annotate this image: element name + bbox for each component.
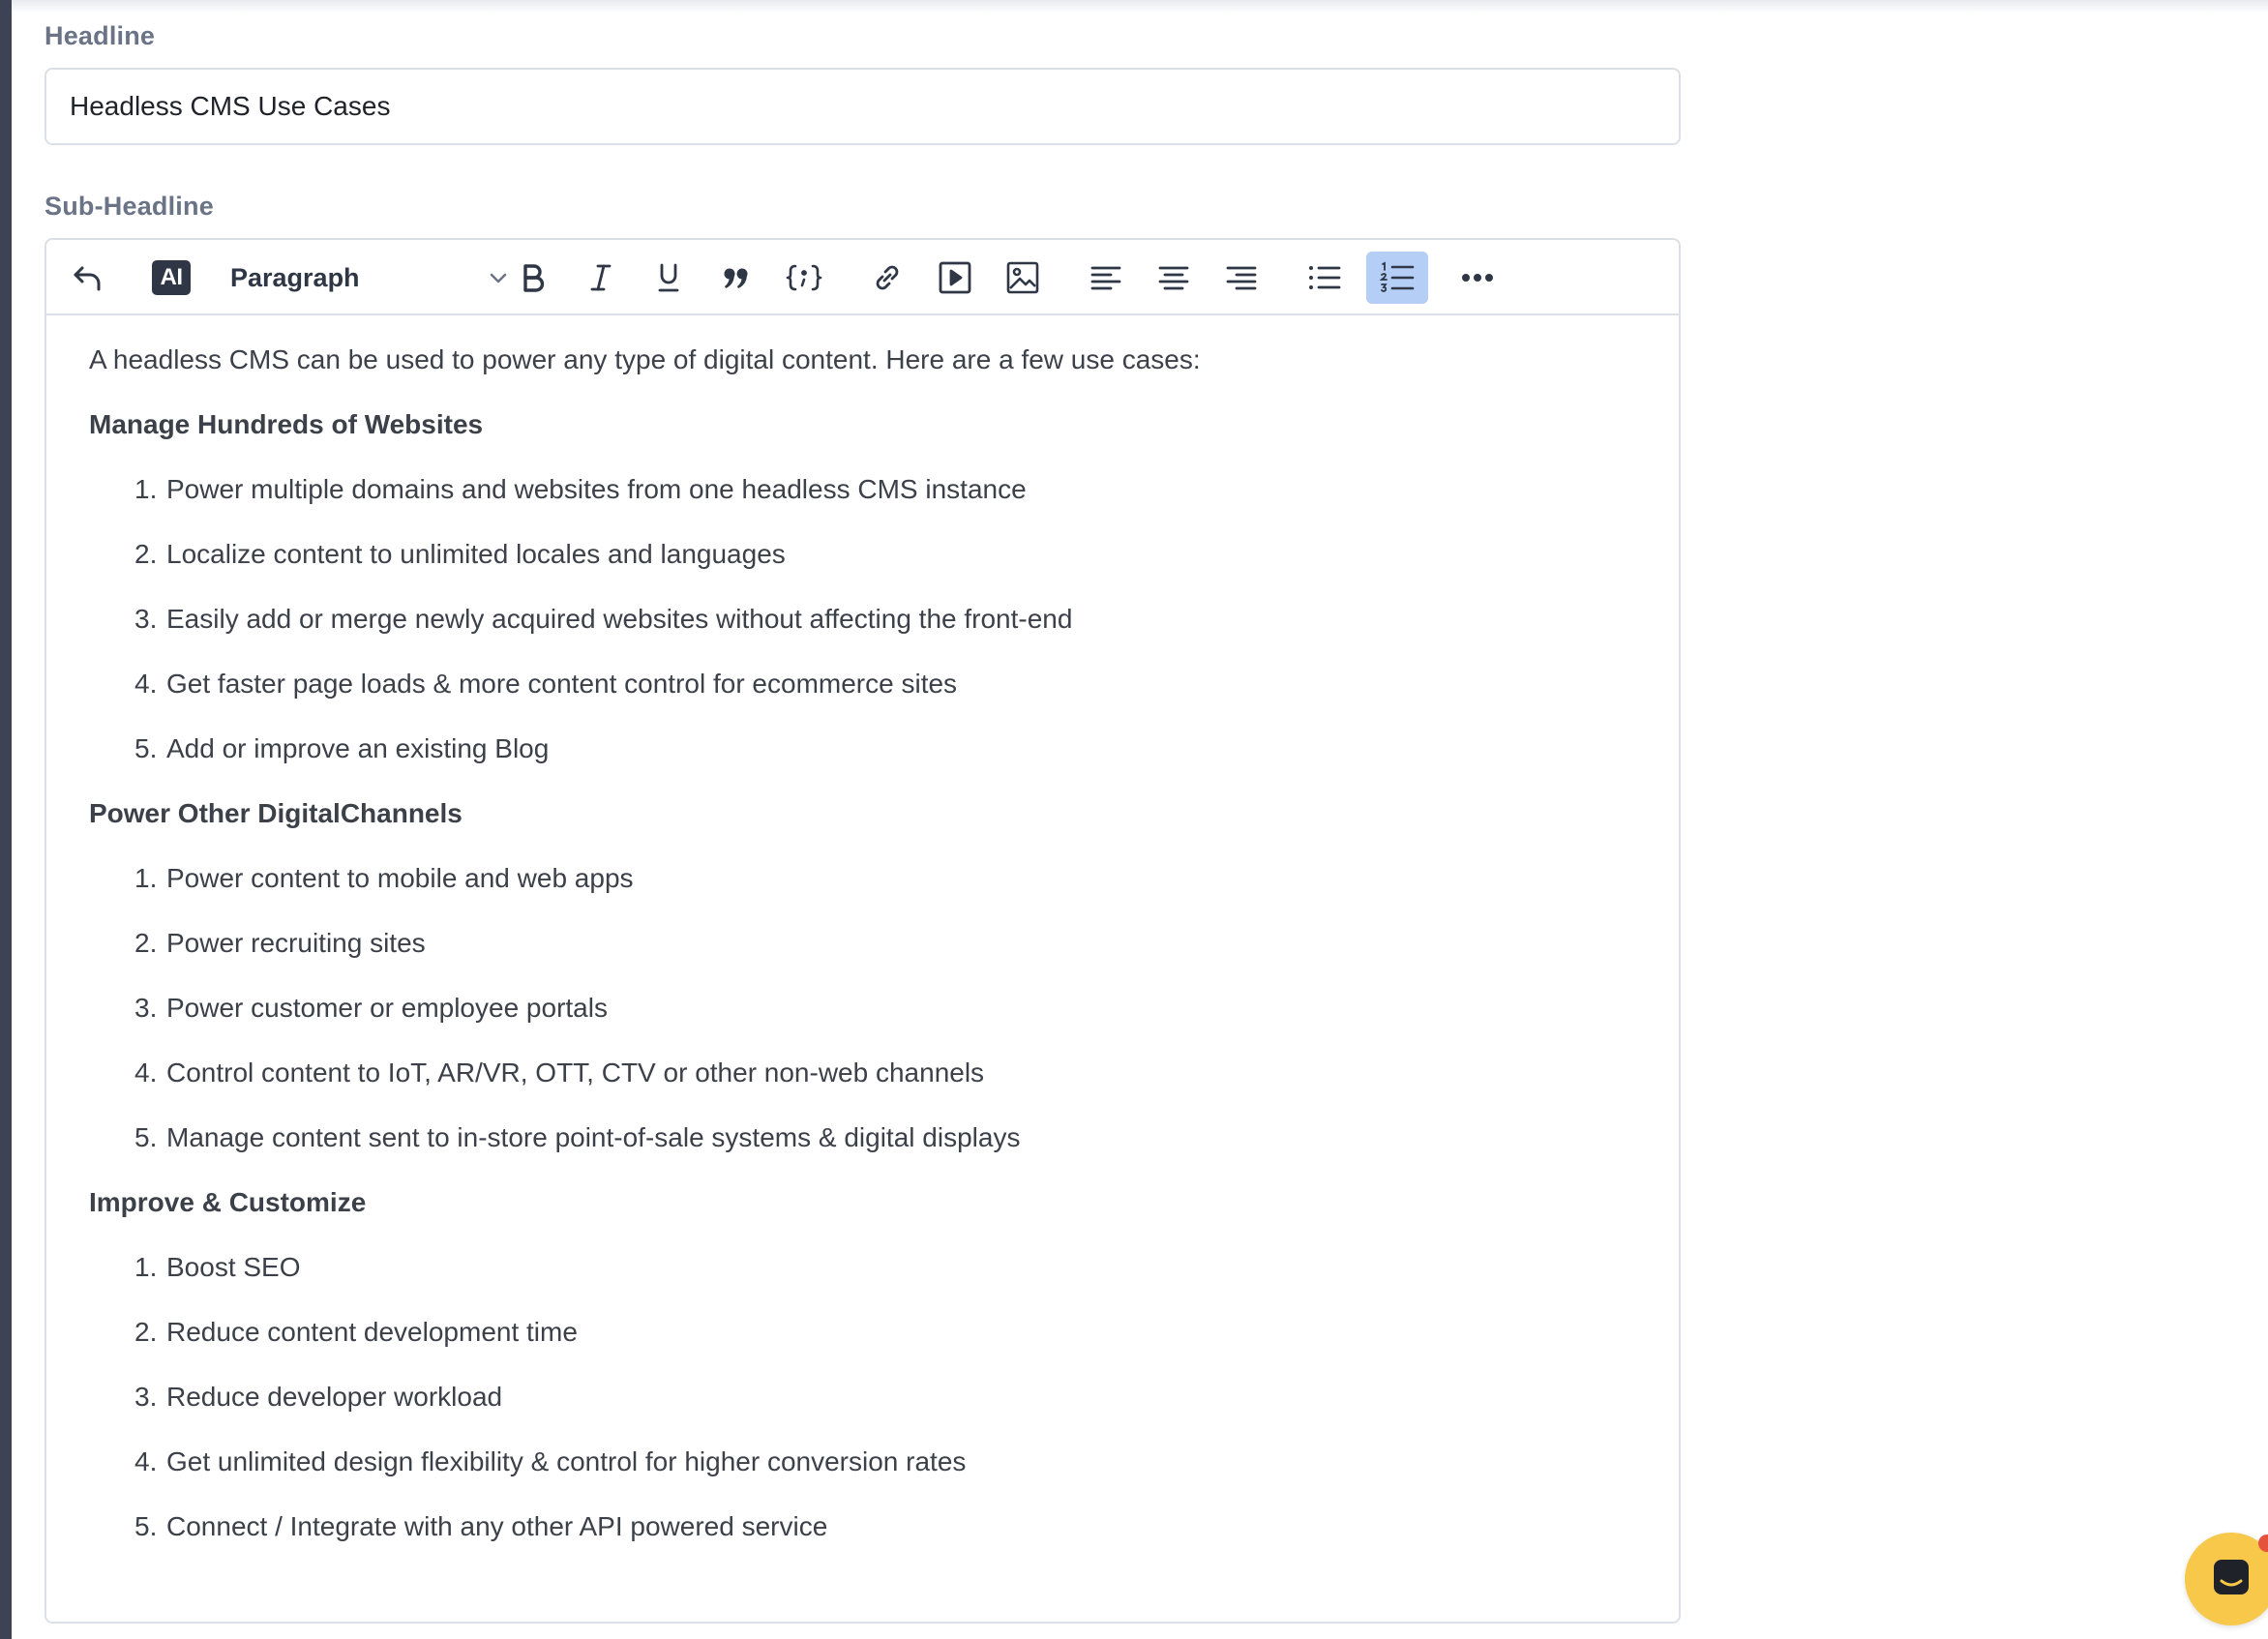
align-center-icon [1157, 263, 1190, 292]
list-item: 2. Reduce content development time [134, 1313, 1637, 1378]
italic-button[interactable] [575, 252, 627, 304]
link-button[interactable] [861, 252, 913, 304]
list-item: 5. Manage content sent to in-store point-… [134, 1118, 1637, 1183]
section-heading: Power Other DigitalChannels [89, 798, 463, 828]
list-item: 4. Get unlimited design flexibility & con… [134, 1443, 1637, 1507]
list-item-text: Power recruiting sites [166, 928, 426, 958]
numbered-list: 1. Power content to mobile and web apps 2.… [89, 859, 1637, 1183]
bullet-list-icon [1307, 263, 1342, 292]
list-item-text: Power multiple domains and websites from… [166, 474, 1027, 504]
align-right-button[interactable] [1215, 252, 1268, 304]
list-item-text: Power customer or employee portals [166, 993, 608, 1023]
list-item-text: Get unlimited design flexibility & contr… [166, 1446, 967, 1476]
quote-icon [721, 263, 752, 292]
link-icon [870, 260, 905, 295]
list-item-number: 1. [134, 474, 158, 504]
list-item-text: Connect / Integrate with any other API p… [166, 1511, 828, 1541]
list-item-text: Boost SEO [166, 1252, 301, 1282]
intro-paragraph: A headless CMS can be used to power any … [89, 344, 1201, 374]
subheadline-label: Sub-Headline [45, 192, 214, 221]
list-item-number: 1. [134, 1252, 158, 1282]
media-button[interactable] [929, 252, 981, 304]
list-item-number: 2. [134, 1317, 158, 1347]
underline-button[interactable] [642, 252, 695, 304]
list-item-number: 4. [134, 669, 158, 699]
align-left-button[interactable] [1080, 252, 1132, 304]
ai-icon: AI [152, 260, 191, 295]
list-item: 3. Easily add or merge newly acquired web… [134, 600, 1637, 665]
bold-icon [519, 262, 548, 293]
align-right-icon [1225, 263, 1258, 292]
list-item-text: Control content to IoT, AR/VR, OTT, CTV … [166, 1058, 985, 1088]
list-item-text: Reduce developer workload [166, 1382, 503, 1412]
block-format-dropdown[interactable]: Paragraph [230, 252, 511, 304]
list-item-text: Manage content sent to in-store point-of… [166, 1122, 1021, 1152]
list-item: 2. Power recruiting sites [134, 924, 1637, 989]
list-item: 5. Connect / Integrate with any other API… [134, 1507, 1637, 1572]
align-left-icon [1089, 263, 1122, 292]
list-item-number: 5. [134, 1511, 158, 1541]
list-item: 5. Add or improve an existing Blog [134, 730, 1637, 794]
numbered-list-icon [1380, 261, 1415, 294]
numbered-list: 1. Boost SEO 2. Reduce content development … [89, 1248, 1637, 1572]
list-item-number: 5. [134, 1122, 158, 1152]
bullet-list-button[interactable] [1298, 252, 1351, 304]
list-item-text: Get faster page loads & more content con… [166, 669, 958, 699]
list-item-text: Add or improve an existing Blog [166, 733, 550, 763]
italic-icon [586, 262, 615, 293]
section-heading: Manage Hundreds of Websites [89, 409, 484, 439]
list-item-number: 1. [134, 863, 158, 893]
list-item-number: 2. [134, 928, 158, 958]
list-item-number: 3. [134, 1382, 158, 1412]
code-button[interactable] [778, 252, 830, 304]
blockquote-button[interactable] [710, 252, 762, 304]
list-item-number: 3. [134, 993, 158, 1023]
image-icon [1005, 260, 1040, 295]
underline-icon [654, 261, 683, 294]
code-braces-icon [786, 262, 822, 293]
list-item-number: 2. [134, 539, 158, 569]
headline-label: Headline [45, 21, 156, 50]
list-item-number: 4. [134, 1058, 158, 1088]
list-item: 4. Get faster page loads & more content c… [134, 665, 1637, 730]
ai-button[interactable]: AI [145, 252, 197, 304]
list-item: 4. Control content to IoT, AR/VR, OTT, CT… [134, 1054, 1637, 1118]
list-item: 1. Power content to mobile and web apps [134, 859, 1637, 924]
list-item: 1. Boost SEO [134, 1248, 1637, 1313]
editor-content[interactable]: A headless CMS can be used to power any … [89, 341, 1637, 1572]
undo-icon [72, 261, 104, 294]
editor-toolbar: AI Paragraph [46, 240, 1679, 315]
list-item: 3. Power customer or employee portals [134, 989, 1637, 1054]
list-item-text: Reduce content development time [166, 1317, 578, 1347]
list-item-text: Localize content to unlimited locales an… [166, 539, 786, 569]
more-options-button[interactable] [1451, 252, 1504, 304]
numbered-list: 1. Power multiple domains and websites fr… [89, 470, 1637, 794]
bold-button[interactable] [507, 252, 559, 304]
list-item: 2. Localize content to unlimited locales … [134, 535, 1637, 600]
block-format-value: Paragraph [230, 262, 360, 292]
list-item-number: 3. [134, 604, 158, 634]
chat-launcher-button[interactable] [2185, 1533, 2268, 1625]
section-heading: Improve & Customize [89, 1187, 367, 1217]
more-horizontal-icon [1460, 272, 1495, 283]
header-shadow [12, 0, 2268, 14]
headline-input[interactable] [45, 68, 1681, 145]
undo-button[interactable] [62, 252, 114, 304]
list-item-number: 5. [134, 733, 158, 763]
list-item: 3. Reduce developer workload [134, 1378, 1637, 1443]
chat-icon [2210, 1556, 2253, 1603]
numbered-list-button[interactable] [1366, 252, 1428, 304]
list-item-text: Easily add or merge newly acquired websi… [166, 604, 1073, 634]
image-button[interactable] [997, 252, 1049, 304]
rich-text-editor[interactable]: AI Paragraph A headless CMS can be used … [45, 238, 1681, 1624]
left-rail [0, 0, 12, 1639]
list-item-number: 4. [134, 1446, 158, 1476]
align-center-button[interactable] [1148, 252, 1200, 304]
video-icon [938, 260, 972, 295]
list-item: 1. Power multiple domains and websites fr… [134, 470, 1637, 535]
list-item-text: Power content to mobile and web apps [166, 863, 634, 893]
